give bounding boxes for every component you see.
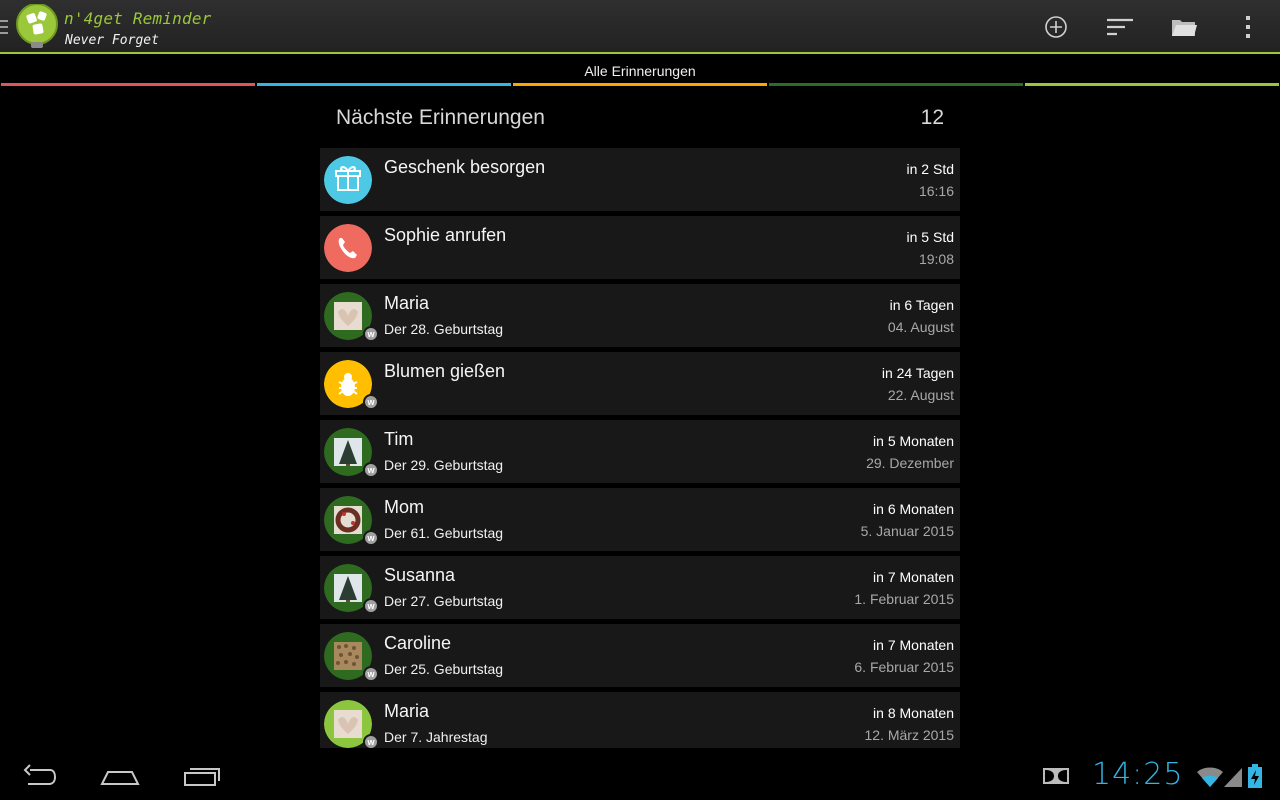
- item-due-date: 6. Februar 2015: [854, 659, 954, 675]
- item-subtitle: Der 28. Geburtstag: [384, 321, 504, 337]
- item-title: Maria: [384, 701, 430, 721]
- tab-3[interactable]: [768, 56, 1024, 86]
- item-title: Maria: [384, 293, 430, 313]
- action-bar: n'4get Reminder Never Forget: [0, 0, 1280, 54]
- item-title: Geschenk besorgen: [384, 157, 546, 177]
- back-icon[interactable]: [22, 762, 58, 795]
- list-item[interactable]: Geschenk besorgen in 2 Std 16:16: [320, 148, 960, 211]
- item-due-relative: in 8 Monaten: [873, 705, 954, 721]
- app-title: n'4get Reminder: [64, 9, 212, 28]
- recent-apps-icon[interactable]: [182, 762, 222, 795]
- item-due-date: 1. Februar 2015: [854, 591, 954, 607]
- tab-1[interactable]: [256, 56, 512, 86]
- tab-indicator: [1025, 83, 1279, 86]
- tab-indicator: [513, 83, 767, 86]
- item-due-date: 29. Dezember: [866, 455, 954, 471]
- item-due-relative: in 24 Tagen: [881, 365, 954, 381]
- gift-icon: [324, 156, 372, 204]
- item-title: Mom: [384, 497, 424, 517]
- tab-label: Alle Erinnerungen: [584, 63, 696, 79]
- item-due-date: 19:08: [918, 251, 954, 267]
- app-subtitle: Never Forget: [65, 33, 159, 48]
- item-due-relative: in 5 Std: [906, 229, 954, 245]
- w-badge: w: [363, 462, 379, 478]
- item-title: Sophie anrufen: [384, 225, 507, 245]
- tab-0[interactable]: [0, 56, 256, 86]
- tab-alle-erinnerungen[interactable]: Alle Erinnerungen: [512, 56, 768, 86]
- item-title: Caroline: [384, 633, 452, 653]
- drawer-indicator-icon[interactable]: [0, 20, 8, 34]
- tab-indicator: [257, 83, 511, 86]
- item-subtitle: Der 25. Geburtstag: [384, 661, 504, 677]
- list-item[interactable]: w Maria Der 7. Jahrestag in 8 Monaten 12…: [320, 692, 960, 748]
- w-badge: w: [363, 326, 379, 342]
- item-due-date: 16:16: [918, 183, 954, 199]
- folder-icon[interactable]: [1169, 12, 1199, 42]
- list-item[interactable]: w Mom Der 61. Geburtstag in 6 Monaten 5.…: [320, 488, 960, 551]
- item-subtitle: Der 61. Geburtstag: [384, 525, 504, 541]
- w-badge: w: [363, 734, 379, 748]
- overflow-icon[interactable]: [1233, 12, 1263, 42]
- home-icon[interactable]: [100, 762, 140, 795]
- tab-4[interactable]: [1024, 56, 1280, 86]
- item-subtitle: Der 29. Geburtstag: [384, 457, 504, 473]
- tab-indicator: [769, 83, 1023, 86]
- w-badge: w: [363, 394, 379, 410]
- item-due-relative: in 5 Monaten: [873, 433, 954, 449]
- item-subtitle: Der 27. Geburtstag: [384, 593, 504, 609]
- signal-icon: [1224, 766, 1244, 793]
- add-icon[interactable]: [1041, 12, 1071, 42]
- w-badge: w: [363, 530, 379, 546]
- list-item[interactable]: w Blumen gießen in 24 Tagen 22. August: [320, 352, 960, 415]
- list-item[interactable]: Sophie anrufen in 5 Std 19:08: [320, 216, 960, 279]
- list-title: Nächste Erinnerungen: [336, 106, 545, 129]
- item-title: Susanna: [384, 565, 456, 585]
- item-due-date: 22. August: [887, 387, 954, 403]
- item-due-relative: in 7 Monaten: [873, 637, 954, 653]
- phone-icon: [324, 224, 372, 272]
- app-logo[interactable]: [15, 3, 59, 50]
- item-due-relative: in 6 Monaten: [873, 501, 954, 517]
- tab-indicator: [1, 83, 255, 86]
- item-title: Blumen gießen: [384, 361, 506, 381]
- item-due-relative: in 7 Monaten: [873, 569, 954, 585]
- sort-icon[interactable]: [1105, 12, 1135, 42]
- system-bar: 14:25: [0, 752, 1280, 800]
- item-due-date: 12. März 2015: [864, 727, 955, 743]
- item-due-date: 5. Januar 2015: [860, 523, 954, 539]
- item-due-relative: in 2 Std: [906, 161, 954, 177]
- list-item[interactable]: w Caroline Der 25. Geburtstag in 7 Monat…: [320, 624, 960, 687]
- item-due-date: 04. August: [887, 319, 954, 335]
- wifi-icon: [1196, 766, 1224, 793]
- reminder-list[interactable]: Geschenk besorgen in 2 Std 16:16 Sophie …: [320, 148, 960, 748]
- item-subtitle: Der 7. Jahrestag: [384, 729, 488, 745]
- w-badge: w: [363, 598, 379, 614]
- item-due-relative: in 6 Tagen: [889, 297, 954, 313]
- w-badge: w: [363, 666, 379, 682]
- dolby-icon: [1042, 766, 1070, 791]
- list-item[interactable]: w Maria Der 28. Geburtstag in 6 Tagen 04…: [320, 284, 960, 347]
- tab-bar: Alle Erinnerungen: [0, 56, 1280, 86]
- list-count: 12: [920, 106, 944, 129]
- battery-charging-icon: [1248, 764, 1262, 793]
- list-item[interactable]: w Susanna Der 27. Geburtstag in 7 Monate…: [320, 556, 960, 619]
- clock: 14:25: [1092, 757, 1184, 792]
- item-title: Tim: [384, 429, 414, 449]
- list-item[interactable]: w Tim Der 29. Geburtstag in 5 Monaten 29…: [320, 420, 960, 483]
